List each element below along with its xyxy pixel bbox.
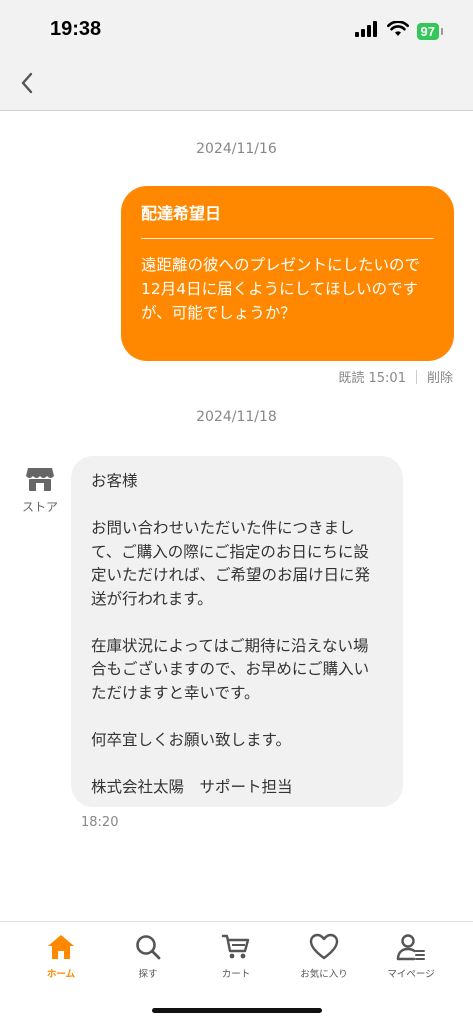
store-avatar[interactable]: ストア bbox=[18, 466, 62, 515]
tab-search[interactable]: 探す bbox=[108, 932, 188, 980]
received-message-bubble[interactable]: お客様 お問い合わせいただいた件につきまして、ご購入の際にご指定のお日にちに設定… bbox=[71, 456, 403, 807]
read-status: 既読 15:01 bbox=[338, 371, 406, 386]
tab-label: カート bbox=[221, 969, 251, 980]
battery-indicator: 97 bbox=[416, 22, 444, 40]
tab-label: 探す bbox=[138, 969, 158, 980]
user-icon bbox=[371, 932, 451, 962]
nav-bar bbox=[0, 60, 473, 111]
received-message-time: 18:20 bbox=[81, 815, 119, 830]
tab-cart[interactable]: カート bbox=[196, 932, 276, 980]
tab-home[interactable]: ホーム bbox=[21, 932, 101, 980]
status-time: 19:38 bbox=[50, 18, 102, 40]
tab-favorites[interactable]: お気に入り bbox=[284, 932, 364, 980]
chevron-left-icon bbox=[20, 72, 34, 98]
wifi-icon bbox=[386, 20, 409, 41]
status-icons: 97 bbox=[354, 20, 444, 41]
message-divider bbox=[141, 238, 434, 239]
date-separator: 2024/11/16 bbox=[196, 141, 277, 157]
message-body: 遠距離の彼へのプレゼントにしたいので 12月4日に届くようにしてほしいのですが、… bbox=[141, 256, 421, 322]
back-button[interactable] bbox=[12, 70, 42, 100]
delete-button[interactable]: 削除 bbox=[427, 367, 453, 386]
tab-mypage[interactable]: マイページ bbox=[371, 932, 451, 980]
heart-icon bbox=[284, 932, 364, 962]
sent-message-bubble[interactable]: 配達希望日 遠距離の彼へのプレゼントにしたいので 12月4日に届くようにしてほし… bbox=[121, 186, 454, 361]
store-label: ストア bbox=[21, 500, 58, 514]
status-bar: 19:38 97 bbox=[0, 0, 473, 60]
tab-label: マイページ bbox=[387, 969, 435, 980]
sent-message-meta: 既読 15:01 削除 bbox=[338, 367, 453, 386]
search-icon bbox=[108, 932, 188, 962]
store-icon bbox=[25, 468, 55, 496]
home-indicator[interactable] bbox=[152, 1008, 322, 1013]
tab-label: お気に入り bbox=[300, 969, 348, 980]
message-title: 配達希望日 bbox=[141, 204, 222, 223]
date-separator: 2024/11/18 bbox=[196, 409, 277, 425]
chat-area[interactable]: 2024/11/16 配達希望日 遠距離の彼へのプレゼントにしたいので 12月4… bbox=[0, 111, 473, 891]
signal-icon bbox=[354, 21, 379, 41]
home-icon bbox=[21, 932, 101, 962]
tab-label: ホーム bbox=[46, 969, 76, 980]
cart-icon bbox=[196, 932, 276, 962]
meta-divider bbox=[415, 369, 417, 384]
